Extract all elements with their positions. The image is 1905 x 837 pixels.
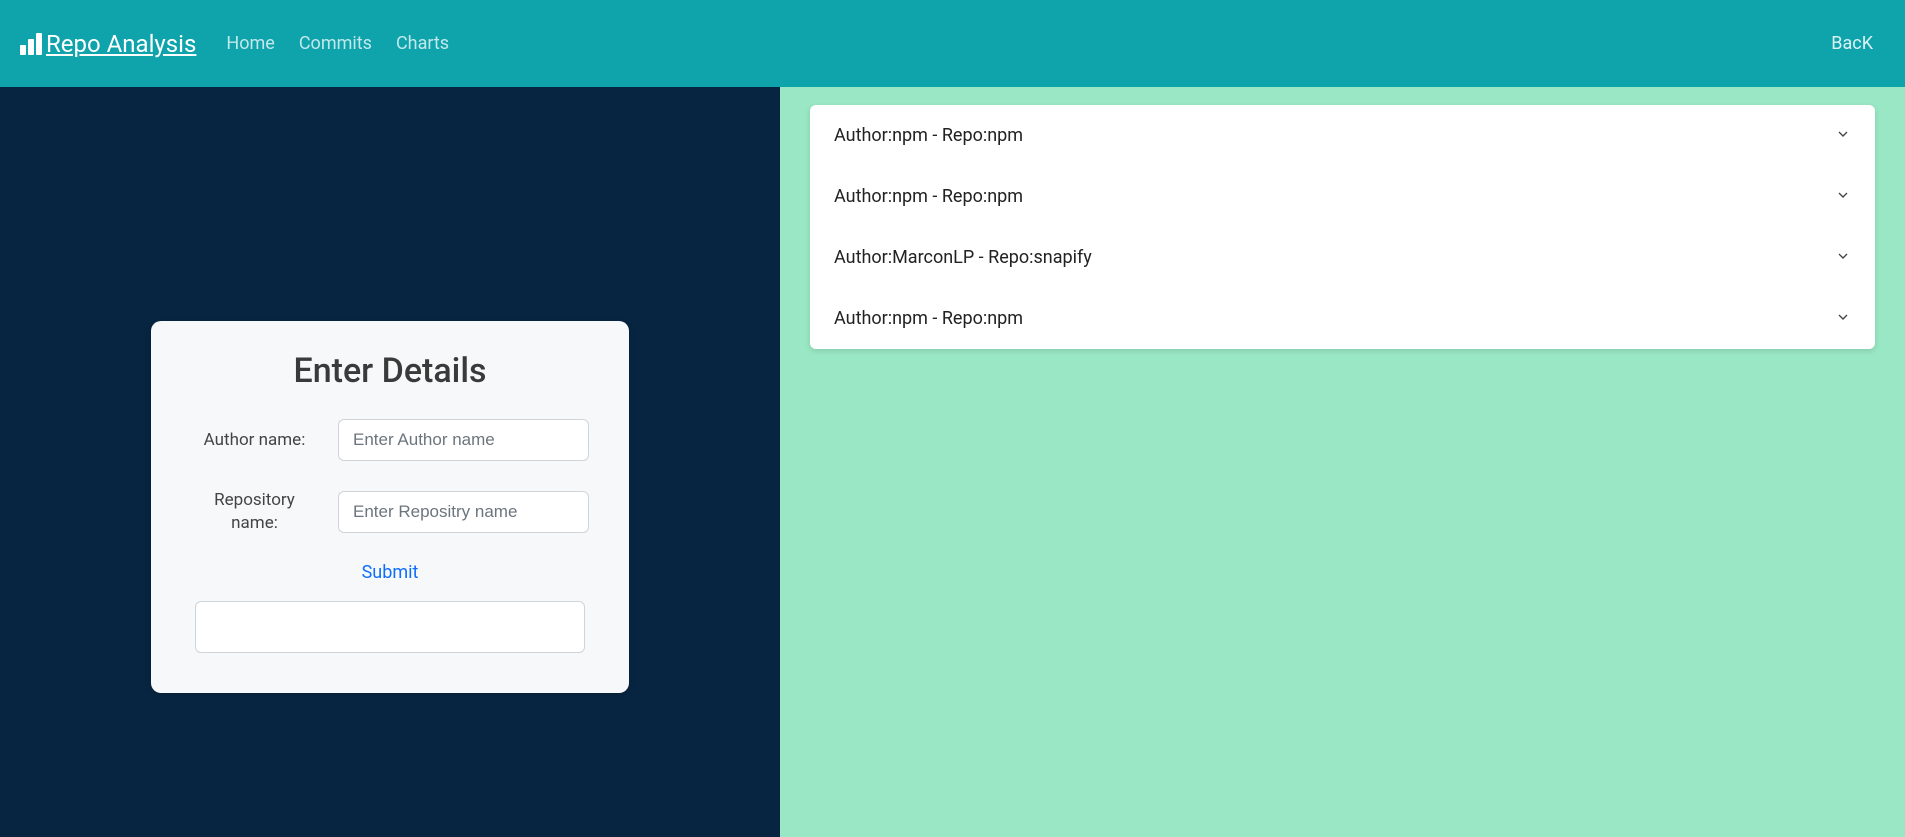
- accordion-item[interactable]: Author:npm - Repo:npm: [810, 288, 1875, 349]
- accordion-item[interactable]: Author:npm - Repo:npm: [810, 105, 1875, 166]
- submit-button[interactable]: Submit: [191, 562, 589, 583]
- brand-link[interactable]: Repo Analysis: [20, 30, 196, 58]
- bar-chart-icon: [20, 33, 42, 55]
- right-panel: Author:npm - Repo:npm Author:npm - Repo:…: [780, 87, 1905, 837]
- accordion-label: Author:MarconLP - Repo:snapify: [834, 247, 1092, 268]
- navbar: Repo Analysis Home Commits Charts BacK: [0, 0, 1905, 87]
- nav-back[interactable]: BacK: [1831, 33, 1873, 54]
- chevron-down-icon: [1835, 309, 1851, 329]
- chevron-down-icon: [1835, 126, 1851, 146]
- accordion-item[interactable]: Author:MarconLP - Repo:snapify: [810, 227, 1875, 288]
- repo-label: Repository name:: [191, 489, 318, 533]
- accordion-label: Author:npm - Repo:npm: [834, 186, 1023, 207]
- accordion-label: Author:npm - Repo:npm: [834, 308, 1023, 329]
- repo-input[interactable]: [338, 491, 589, 533]
- accordion-label: Author:npm - Repo:npm: [834, 125, 1023, 146]
- nav-links: Home Commits Charts: [226, 33, 1831, 54]
- author-row: Author name:: [191, 419, 589, 461]
- chevron-down-icon: [1835, 187, 1851, 207]
- nav-commits[interactable]: Commits: [299, 33, 372, 54]
- accordion-item[interactable]: Author:npm - Repo:npm: [810, 166, 1875, 227]
- main-content: Enter Details Author name: Repository na…: [0, 87, 1905, 837]
- left-panel: Enter Details Author name: Repository na…: [0, 87, 780, 837]
- result-box: [195, 601, 585, 653]
- author-label: Author name:: [191, 429, 318, 451]
- form-card: Enter Details Author name: Repository na…: [151, 321, 629, 692]
- chevron-down-icon: [1835, 248, 1851, 268]
- accordion: Author:npm - Repo:npm Author:npm - Repo:…: [810, 105, 1875, 349]
- nav-home[interactable]: Home: [226, 33, 274, 54]
- form-title: Enter Details: [191, 351, 589, 391]
- brand-text: Repo Analysis: [46, 30, 196, 58]
- repo-row: Repository name:: [191, 489, 589, 533]
- author-input[interactable]: [338, 419, 589, 461]
- nav-charts[interactable]: Charts: [396, 33, 449, 54]
